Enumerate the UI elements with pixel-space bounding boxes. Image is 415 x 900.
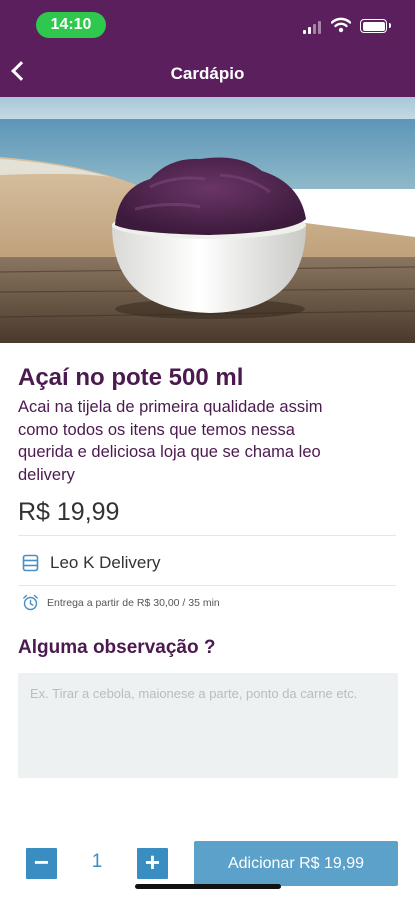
quantity-stepper: − 1 +: [22, 842, 172, 886]
product-image: [0, 97, 415, 343]
battery-icon: [360, 19, 391, 33]
store-icon: [22, 554, 39, 572]
delivery-info: Entrega a partir de R$ 30,00 / 35 min: [47, 597, 220, 609]
divider: [18, 585, 396, 586]
alarm-clock-icon: [23, 594, 38, 611]
cellular-signal-icon: [303, 20, 323, 34]
increase-quantity-button[interactable]: +: [137, 848, 168, 879]
observation-field[interactable]: [18, 673, 398, 778]
add-to-cart-button[interactable]: Adicionar R$ 19,99: [194, 841, 398, 886]
observation-title: Alguma observação ?: [18, 637, 216, 658]
store-name: Leo K Delivery: [50, 553, 161, 572]
decrease-quantity-button[interactable]: −: [26, 848, 57, 879]
divider: [18, 535, 396, 536]
product-name: Açaí no pote 500 ml: [18, 364, 244, 391]
app-header: 14:10 Cardápio: [0, 0, 415, 97]
status-bar: 14:10: [0, 0, 415, 48]
product-description: Acai na tijela de primeira qualidade ass…: [18, 398, 323, 484]
product-price: R$ 19,99: [18, 498, 120, 526]
minus-icon: −: [33, 847, 50, 877]
wifi-icon: [331, 17, 351, 33]
home-indicator[interactable]: [135, 884, 281, 889]
page-title: Cardápio: [170, 64, 245, 83]
status-time: 14:10: [36, 12, 106, 38]
plus-icon: +: [144, 847, 161, 877]
quantity-value: 1: [91, 851, 103, 872]
